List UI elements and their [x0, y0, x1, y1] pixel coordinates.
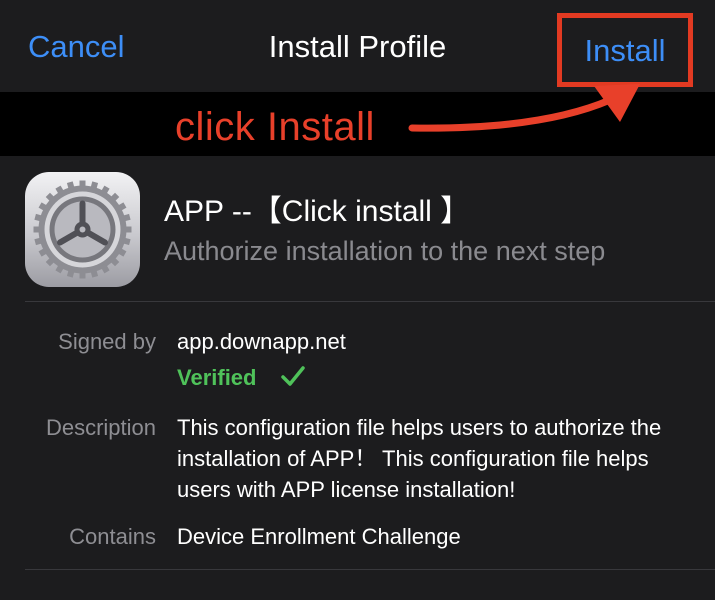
settings-gear-icon	[25, 172, 140, 287]
profile-name: APP --【Click install 】	[164, 195, 471, 228]
navigation-bar: Cancel Install Profile Install	[0, 0, 715, 92]
description-label: Description	[45, 415, 156, 440]
description-value: This configuration file helps users to a…	[177, 415, 662, 502]
profile-subtitle: Authorize installation to the next step	[164, 236, 606, 266]
click-install-annotation: click Install	[175, 105, 375, 149]
install-button[interactable]: Install	[562, 32, 688, 70]
checkmark-icon	[281, 366, 305, 386]
install-highlight-box: Install	[557, 13, 693, 87]
verified-status: Verified	[177, 365, 257, 390]
signed-by-label: Signed by	[58, 329, 156, 354]
bottom-divider	[25, 569, 715, 570]
signed-by-value: app.downapp.net	[177, 329, 346, 354]
contains-label: Contains	[69, 524, 156, 549]
section-divider	[25, 301, 715, 302]
contains-value: Device Enrollment Challenge	[177, 524, 461, 549]
